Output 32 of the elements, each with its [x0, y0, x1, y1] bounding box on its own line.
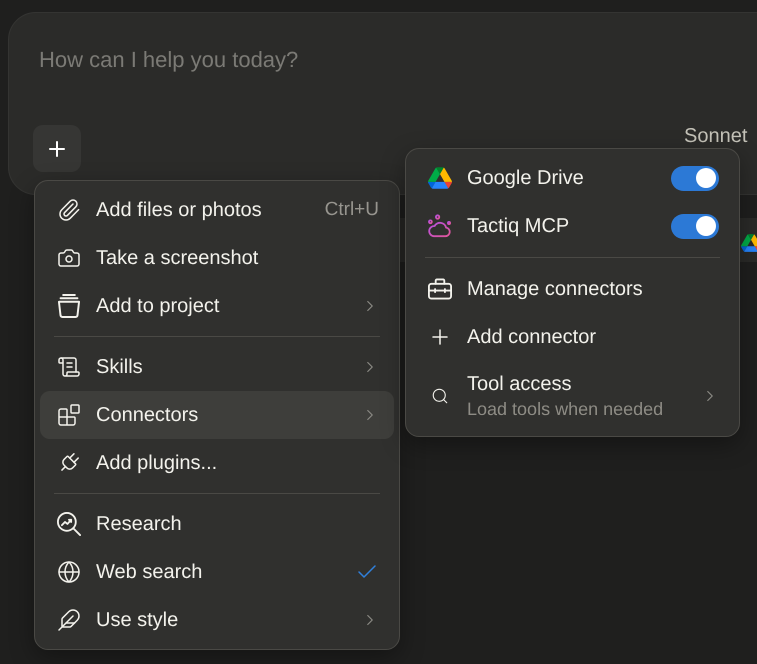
menu-item[interactable]: Add connector — [411, 313, 734, 361]
model-selector[interactable]: Sonnet — [684, 126, 748, 146]
menu-item[interactable]: Manage connectors — [411, 265, 734, 313]
tray-icon — [57, 294, 81, 318]
feather-icon — [57, 608, 81, 632]
menu-item[interactable]: Add to project — [40, 282, 394, 330]
menu-item[interactable]: Use style — [40, 596, 394, 644]
menu-item[interactable]: Add files or photos Ctrl+U — [40, 186, 394, 234]
blocks-icon — [57, 403, 81, 427]
connector-item[interactable]: Tactiq MCP — [411, 202, 734, 250]
cloud-icon — [428, 214, 452, 238]
menu-item[interactable]: Connectors — [40, 391, 394, 439]
magnifier-trend-icon — [57, 512, 81, 536]
search-icon — [431, 387, 449, 405]
triangle-logo-icon — [741, 234, 757, 252]
connector-item[interactable]: Google Drive — [411, 154, 734, 202]
shortcut-label: Ctrl+U — [324, 198, 379, 222]
menu-item[interactable]: Skills — [40, 343, 394, 391]
paperclip-icon — [57, 198, 81, 222]
scroll-icon — [57, 355, 81, 379]
toolbox-icon — [428, 277, 452, 301]
toggle-switch[interactable] — [671, 214, 719, 238]
toggle-switch[interactable] — [671, 166, 719, 190]
menu-item[interactable]: Take a screenshot — [40, 234, 394, 282]
globe-icon — [57, 560, 81, 584]
item-description: Load tools when needed — [467, 398, 664, 421]
menu-item[interactable]: Research — [40, 500, 394, 548]
menu-item[interactable]: Add plugins... — [40, 439, 394, 487]
menu-item[interactable]: Tool access Load tools when needed — [411, 361, 734, 431]
triangle-logo-icon — [428, 167, 452, 189]
add-button[interactable] — [33, 125, 81, 172]
menu-item[interactable]: Web search — [40, 548, 394, 596]
